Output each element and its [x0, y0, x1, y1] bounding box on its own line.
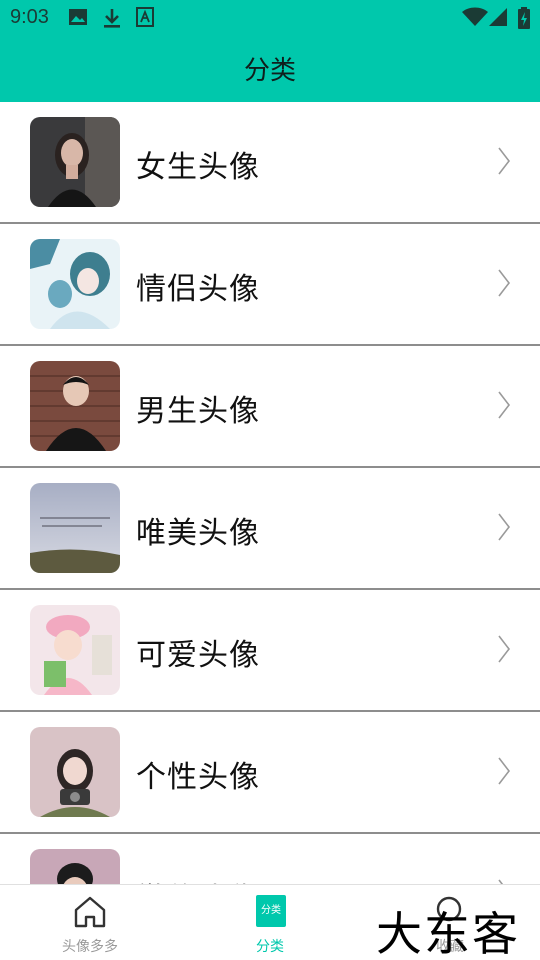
- app-header: 9:03 分类: [0, 0, 540, 102]
- category-thumbnail: [30, 849, 120, 884]
- category-item-boys[interactable]: 男生头像: [0, 346, 540, 468]
- page-title: 分类: [243, 56, 296, 86]
- category-label: 女生头像: [136, 150, 260, 185]
- chevron-right-icon: [498, 391, 511, 419]
- chevron-right-icon: [498, 269, 511, 297]
- category-label: 可爱头像: [136, 638, 260, 673]
- category-label: 唯美头像: [136, 516, 260, 551]
- chevron-right-icon: [498, 147, 511, 175]
- category-item-couples[interactable]: 情侣头像: [0, 224, 540, 346]
- category-label: 情侣头像: [136, 272, 260, 307]
- nav-home[interactable]: 头像多多: [0, 885, 180, 960]
- wifi-icon: [462, 7, 488, 26]
- nav-category[interactable]: 分类 分类: [180, 885, 360, 960]
- category-label: 个性头像: [136, 760, 260, 795]
- category-item-aesthetic[interactable]: 唯美头像: [0, 468, 540, 590]
- category-thumbnail: [30, 117, 120, 207]
- category-item-wechat[interactable]: 微信头像: [0, 834, 540, 884]
- chevron-right-icon: [498, 757, 511, 785]
- signal-icon: [489, 8, 507, 26]
- app-a-icon: [136, 7, 154, 27]
- category-thumbnail: [30, 239, 120, 329]
- category-item-personality[interactable]: 个性头像: [0, 712, 540, 834]
- status-bar: 9:03: [0, 0, 540, 36]
- category-thumbnail: [30, 483, 120, 573]
- image-icon: [69, 9, 87, 25]
- category-list[interactable]: 女生头像 情侣头像 男生头像 唯美头像 可爱头像 个性头像: [0, 102, 540, 884]
- category-icon: 分类: [256, 895, 286, 927]
- nav-label: 分类: [256, 939, 284, 955]
- category-label: 微信头像: [136, 874, 260, 884]
- battery-icon: [518, 7, 530, 29]
- home-icon: [74, 896, 106, 928]
- watermark: 大东客: [376, 907, 520, 960]
- chevron-right-icon: [498, 635, 511, 663]
- chevron-right-icon: [498, 513, 511, 541]
- category-thumbnail: [30, 727, 120, 817]
- category-thumbnail: [30, 605, 120, 695]
- category-thumbnail: [30, 361, 120, 451]
- nav-label: 头像多多: [62, 939, 118, 955]
- category-label: 男生头像: [136, 394, 260, 429]
- status-time: 9:03: [10, 6, 49, 28]
- category-item-cute[interactable]: 可爱头像: [0, 590, 540, 712]
- download-icon: [104, 9, 120, 28]
- category-item-girls[interactable]: 女生头像: [0, 102, 540, 224]
